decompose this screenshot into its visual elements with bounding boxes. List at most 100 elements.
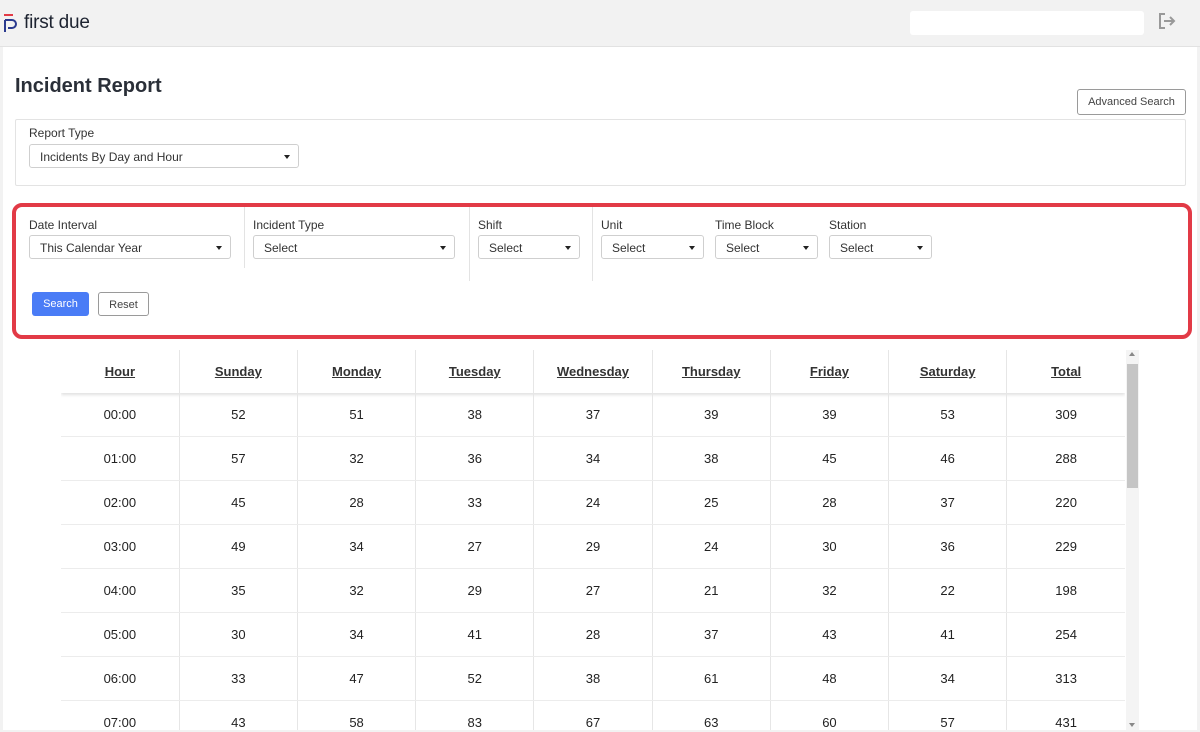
logo-text: first due <box>24 12 90 33</box>
divider <box>592 207 593 281</box>
report-type-value: Incidents By Day and Hour <box>40 150 183 164</box>
station-label: Station <box>829 218 867 232</box>
incident-table: Hour Sunday Monday Tuesday Wednesday Thursday… <box>61 350 1125 730</box>
column-header-hour[interactable]: Hour <box>61 350 180 393</box>
table-cell: 220 <box>1006 480 1125 525</box>
table-cell: 49 <box>179 524 298 569</box>
column-header-thursday[interactable]: Thursday <box>652 350 771 393</box>
chevron-down-icon <box>917 246 923 250</box>
table-cell: 30 <box>179 612 298 657</box>
time-block-value: Select <box>726 241 760 255</box>
unit-value: Select <box>612 241 646 255</box>
filters-section: Date Interval This Calendar Year Inciden… <box>12 203 1192 339</box>
column-header-friday[interactable]: Friday <box>770 350 890 393</box>
table-header-row: Hour Sunday Monday Tuesday Wednesday Thursday… <box>61 350 1125 393</box>
shift-select[interactable]: Select <box>478 235 580 259</box>
table-cell: 28 <box>533 612 653 657</box>
table-cell: 58 <box>297 700 417 730</box>
table-cell: 53 <box>888 393 1008 437</box>
table-cell: 198 <box>1006 568 1125 613</box>
report-type-section: Report Type Incidents By Day and Hour <box>15 119 1186 186</box>
divider <box>244 207 245 268</box>
report-type-select[interactable]: Incidents By Day and Hour <box>29 144 299 168</box>
table-cell: 01:00 <box>61 436 180 481</box>
date-interval-value: This Calendar Year <box>40 241 143 255</box>
page-title: Incident Report <box>15 75 162 97</box>
date-interval-select[interactable]: This Calendar Year <box>29 235 231 259</box>
table-cell: 06:00 <box>61 656 180 701</box>
scroll-down-icon[interactable] <box>1129 723 1135 727</box>
table-cell: 38 <box>652 436 771 481</box>
unit-select[interactable]: Select <box>601 235 704 259</box>
table-cell: 30 <box>770 524 890 569</box>
column-header-sunday[interactable]: Sunday <box>179 350 298 393</box>
table-cell: 37 <box>652 612 771 657</box>
table-row: 04:00 35 32 29 27 21 32 22 198 <box>61 568 1125 613</box>
table-cell: 00:00 <box>61 393 180 437</box>
table-cell: 27 <box>415 524 535 569</box>
table-row: 01:00 57 32 36 34 38 45 46 288 <box>61 436 1125 481</box>
table-cell: 25 <box>652 480 771 525</box>
logo[interactable]: first due <box>4 12 90 34</box>
column-header-total[interactable]: Total <box>1007 350 1125 393</box>
table-cell: 34 <box>297 524 417 569</box>
chevron-down-icon <box>216 246 222 250</box>
table-cell: 29 <box>533 524 653 569</box>
table-cell: 57 <box>179 436 298 481</box>
scroll-thumb[interactable] <box>1127 364 1138 488</box>
table-cell: 254 <box>1006 612 1125 657</box>
table-scrollbar[interactable] <box>1126 350 1139 730</box>
table-cell: 28 <box>297 480 417 525</box>
first-due-logo-icon <box>4 14 17 32</box>
search-button[interactable]: Search <box>32 292 89 316</box>
shift-label: Shift <box>478 218 503 232</box>
table-cell: 24 <box>652 524 771 569</box>
table-cell: 36 <box>415 436 535 481</box>
reset-button[interactable]: Reset <box>98 292 149 316</box>
scroll-up-icon[interactable] <box>1129 352 1135 356</box>
table-cell: 83 <box>415 700 535 730</box>
station-select[interactable]: Select <box>829 235 932 259</box>
shift-value: Select <box>489 241 523 255</box>
incident-type-value: Select <box>264 241 298 255</box>
table-cell: 48 <box>770 656 890 701</box>
table-row: 05:00 30 34 41 28 37 43 41 254 <box>61 612 1125 657</box>
table-cell: 27 <box>533 568 653 613</box>
column-header-saturday[interactable]: Saturday <box>888 350 1008 393</box>
table-cell: 21 <box>652 568 771 613</box>
station-value: Select <box>840 241 874 255</box>
table-cell: 60 <box>770 700 890 730</box>
main-panel: Incident Report Advanced Search Report T… <box>3 47 1197 730</box>
table-cell: 38 <box>533 656 653 701</box>
table-cell: 07:00 <box>61 700 180 730</box>
table-cell: 57 <box>888 700 1008 730</box>
date-interval-label: Date Interval <box>29 218 98 232</box>
table-cell: 24 <box>533 480 653 525</box>
table-cell: 32 <box>297 436 417 481</box>
table-cell: 39 <box>770 393 890 437</box>
logout-icon <box>1159 13 1176 29</box>
incident-type-select[interactable]: Select <box>253 235 455 259</box>
column-header-tuesday[interactable]: Tuesday <box>415 350 535 393</box>
column-header-wednesday[interactable]: Wednesday <box>533 350 653 393</box>
table-cell: 04:00 <box>61 568 180 613</box>
table-cell: 38 <box>415 393 535 437</box>
logout-button[interactable] <box>1157 12 1177 35</box>
table-cell: 32 <box>297 568 417 613</box>
table-cell: 52 <box>179 393 298 437</box>
advanced-search-button[interactable]: Advanced Search <box>1077 89 1186 115</box>
global-search-input[interactable] <box>910 11 1144 35</box>
table-cell: 229 <box>1006 524 1125 569</box>
table-cell: 39 <box>652 393 771 437</box>
time-block-select[interactable]: Select <box>715 235 818 259</box>
table-cell: 35 <box>179 568 298 613</box>
column-header-monday[interactable]: Monday <box>297 350 417 393</box>
table-row: 00:00 52 51 38 37 39 39 53 309 <box>61 393 1125 437</box>
table-cell: 288 <box>1006 436 1125 481</box>
chevron-down-icon <box>440 246 446 250</box>
table-cell: 63 <box>652 700 771 730</box>
table-cell: 37 <box>888 480 1008 525</box>
unit-label: Unit <box>601 218 623 232</box>
table-cell: 33 <box>179 656 298 701</box>
table-cell: 45 <box>770 436 890 481</box>
